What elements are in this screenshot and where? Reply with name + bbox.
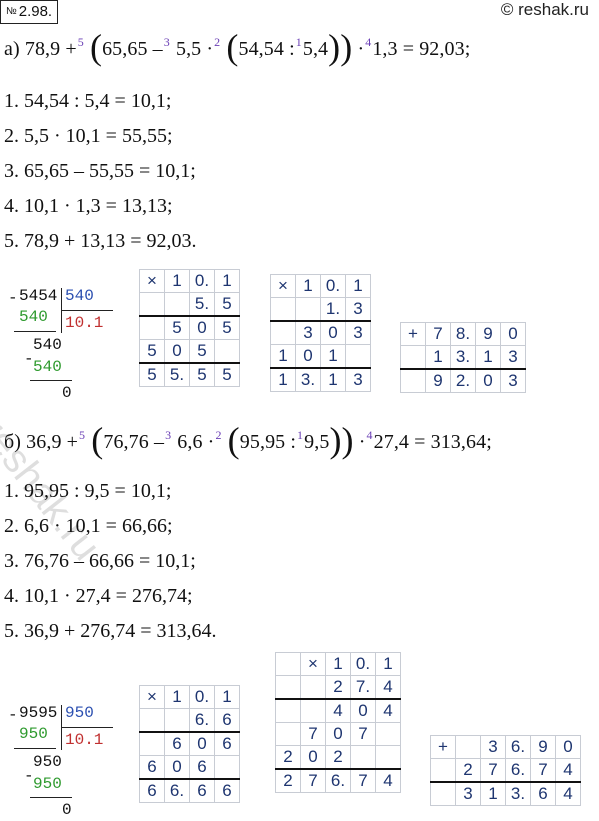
addition-grid-b: +3 6. 9 0 2 7 6. 7 4 3 1 3. 6 4	[430, 735, 581, 806]
step-b-5: 5. 36,9 + 276,74 = 313,64.	[4, 620, 217, 642]
step-b-3: 3. 76,76 – 66,66 = 10,1;	[4, 550, 196, 572]
problem-number: № 2.98.	[0, 0, 59, 24]
step-a-3: 3. 65,65 – 55,55 = 10,1;	[4, 160, 196, 182]
step-a-5: 5. 78,9 + 13,13 = 92,03.	[4, 230, 197, 252]
equation-b: б) 36,9 +5 (76,76 –3 6,6 ·2 (95,95 :19,5…	[4, 420, 492, 460]
multiplication-grid-a-1: × 1 0. 1 5. 5 505 505 5 5. 5 5	[139, 269, 240, 387]
step-b-1: 1. 95,95 : 9,5 = 10,1;	[4, 480, 172, 502]
step-a-4: 4. 10,1 · 1,3 = 13,13;	[4, 195, 173, 217]
multiplication-grid-b-2: × 1 0. 1 2 7. 4 404 707 202 2 7 6. 7 4	[275, 652, 401, 793]
site-credit: © reshak.ru	[500, 0, 589, 19]
multiplication-grid-a-2: × 1 0. 1 1. 3 303 101 1 3. 1 3	[270, 274, 371, 392]
equation-a: а) 78,9 +5 (65,65 –3 5,5 ·2 (54,54 :15,4…	[4, 27, 471, 67]
multiplication-grid-b-1: × 1 0. 1 6. 6 606 606 6 6. 6 6	[139, 685, 240, 803]
step-b-2: 2. 6,6 · 10,1 = 66,66;	[4, 515, 173, 537]
step-b-4: 4. 10,1 · 27,4 = 276,74;	[4, 585, 193, 607]
step-a-1: 1. 54,54 : 5,4 = 10,1;	[4, 90, 172, 112]
addition-grid-a: +7 8. 9 0 1 3. 1 3 9 2. 0 3	[400, 322, 526, 393]
step-a-2: 2. 5,5 · 10,1 = 55,55;	[4, 125, 173, 147]
